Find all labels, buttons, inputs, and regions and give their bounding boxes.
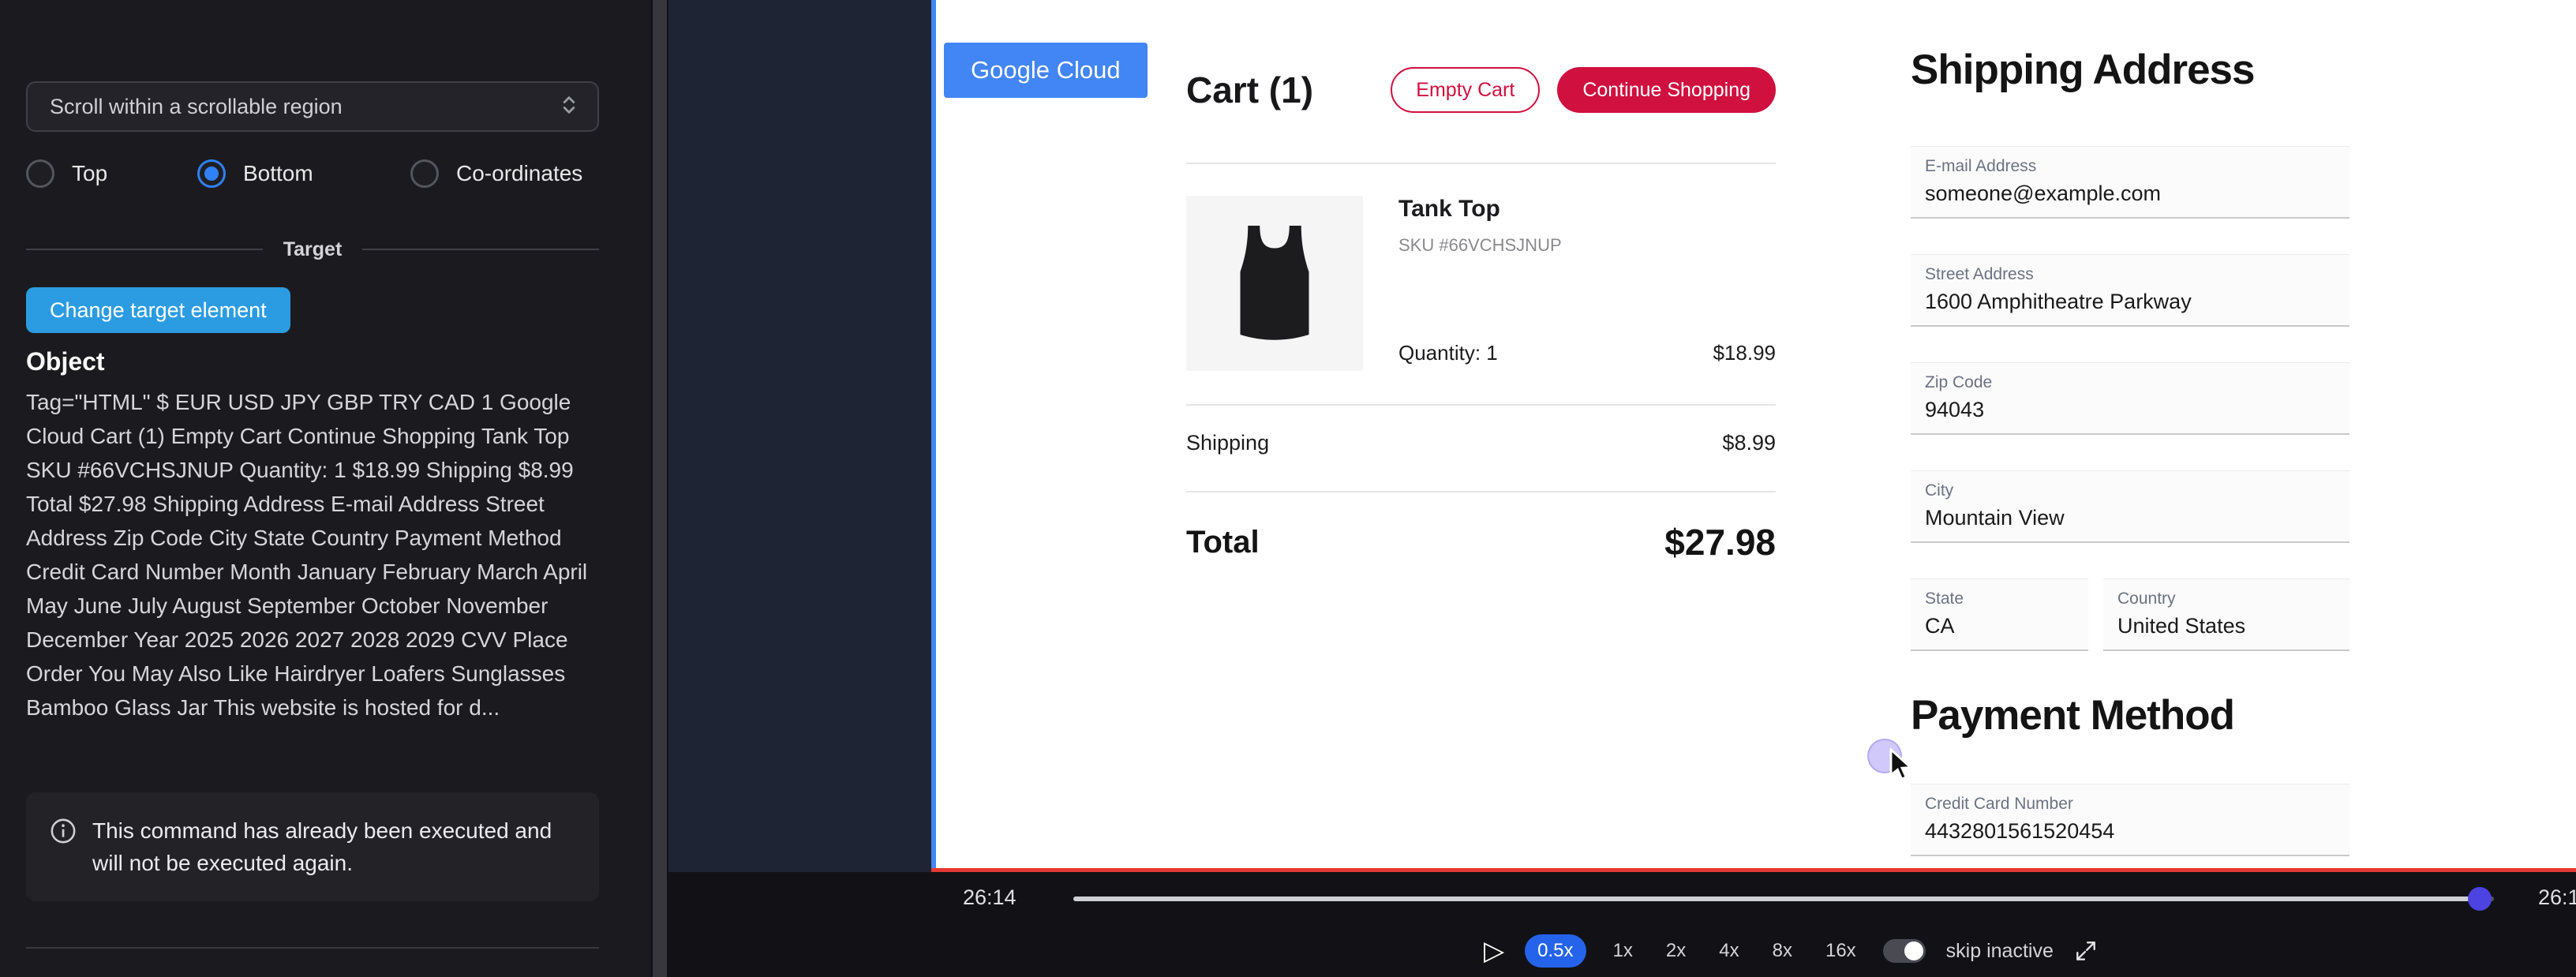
field-value: 4432801561520454 [1925, 819, 2335, 844]
divider [1186, 404, 1776, 406]
current-time: 26:14 [963, 885, 1017, 910]
change-target-button[interactable]: Change target element [26, 287, 290, 333]
radio-coordinates-label: Co-ordinates [456, 161, 582, 186]
product-quantity: Quantity: 1 [1398, 341, 1498, 365]
info-icon [50, 818, 77, 848]
country-field[interactable]: Country United States [2103, 578, 2349, 651]
speed-8x-button[interactable]: 8x [1766, 935, 1799, 967]
executed-notice-text: This command has already been executed a… [92, 814, 575, 879]
object-description: Tag="HTML" $ EUR USD JPY GBP TRY CAD 1 G… [26, 385, 599, 724]
radio-group-coordinates[interactable]: Co-ordinates [410, 158, 582, 189]
cart-header: Cart (1) Empty Cart Continue Shopping [1186, 65, 1776, 115]
speed-1x-button[interactable]: 1x [1607, 935, 1639, 967]
shipping-row: Shipping $8.99 [1186, 431, 1776, 455]
field-value: CA [1925, 614, 2074, 638]
speed-2x-button[interactable]: 2x [1660, 935, 1692, 967]
total-value: $27.98 [1664, 521, 1776, 563]
cart-actions: Empty Cart Continue Shopping [1391, 67, 1776, 113]
toggle-knob [1904, 941, 1923, 960]
radio-bottom-label: Bottom [243, 161, 313, 186]
sidebar-bottom-divider [26, 947, 599, 949]
mouse-cursor-icon [1886, 748, 1918, 787]
skip-inactive-toggle[interactable] [1883, 939, 1926, 963]
timeline-knob[interactable] [2468, 887, 2492, 911]
field-label: State [1925, 590, 2074, 608]
radio-group-top[interactable]: Top [26, 158, 107, 189]
target-section-label: Target [283, 238, 343, 261]
payment-method-heading: Payment Method [1911, 691, 2234, 739]
field-value: United States [2117, 614, 2335, 638]
field-value: 94043 [1925, 398, 2335, 422]
shipping-label: Shipping [1186, 431, 1269, 455]
speed-16x-button[interactable]: 16x [1819, 935, 1863, 967]
speed-4x-button[interactable]: 4x [1713, 935, 1745, 967]
product-sku: SKU #66VCHSJNUP [1398, 235, 1562, 256]
email-field[interactable]: E-mail Address someone@example.com [1911, 146, 2349, 219]
timeline-progress [1073, 897, 2480, 901]
total-row: Total $27.98 [1186, 521, 1776, 563]
app-window: Scroll within a scrollable region Top Bo… [0, 0, 2576, 977]
empty-cart-button[interactable]: Empty Cart [1391, 67, 1540, 113]
shipping-value: $8.99 [1722, 431, 1776, 455]
field-value: Mountain View [1925, 506, 2335, 530]
field-label: Credit Card Number [1925, 795, 2335, 814]
element-highlight-border [931, 0, 936, 868]
fullscreen-icon[interactable] [2074, 939, 2098, 963]
radio-bottom[interactable] [197, 159, 226, 188]
tank-top-graphic [1215, 219, 1334, 349]
field-value: 1600 Amphitheatre Parkway [1925, 290, 2335, 314]
executed-notice: This command has already been executed a… [26, 792, 599, 901]
divider-line [362, 249, 599, 250]
total-label: Total [1186, 525, 1260, 560]
field-value: someone@example.com [1925, 182, 2335, 206]
divider-line [26, 249, 263, 250]
radio-top-label: Top [72, 161, 107, 186]
select-chevrons-icon [558, 94, 580, 120]
scroll-type-select[interactable]: Scroll within a scrollable region [26, 81, 599, 132]
product-name: Tank Top [1398, 196, 1500, 223]
player-controls: ▷ 0.5x 1x 2x 4x 8x 16x skip inactive [1484, 933, 2098, 969]
shipping-address-heading: Shipping Address [1911, 46, 2255, 94]
divider [1186, 491, 1776, 492]
radio-coordinates[interactable] [410, 159, 439, 188]
divider [1186, 163, 1776, 164]
end-time: 26:15 [2538, 885, 2576, 910]
city-field[interactable]: City Mountain View [1911, 470, 2349, 543]
timeline-slider[interactable] [1073, 897, 2494, 901]
cart-title: Cart (1) [1186, 69, 1313, 111]
scroll-type-select-value: Scroll within a scrollable region [50, 95, 343, 119]
target-section-divider: Target [26, 235, 599, 264]
continue-shopping-button[interactable]: Continue Shopping [1557, 67, 1776, 113]
replay-player-bar: 26:14 26:15 ▷ 0.5x 1x 2x 4x 8x 16x skip … [668, 872, 2576, 977]
product-price: $18.99 [1713, 341, 1776, 365]
credit-card-number-field[interactable]: Credit Card Number 4432801561520454 [1911, 784, 2349, 856]
highlight-badge: Google Cloud [944, 43, 1148, 98]
state-field[interactable]: State CA [1911, 578, 2088, 651]
viewport-boundary-line [931, 868, 2576, 872]
sidebar-scrollbar[interactable] [651, 0, 668, 977]
field-label: Country [2117, 590, 2335, 608]
field-label: Street Address [1925, 265, 2335, 284]
zip-code-field[interactable]: Zip Code 94043 [1911, 362, 2349, 435]
replayed-webpage: Google Cloud Cart (1) Empty Cart Continu… [936, 0, 2576, 868]
step-editor-sidebar: Scroll within a scrollable region Top Bo… [0, 0, 651, 977]
object-heading: Object [26, 347, 105, 376]
field-label: City [1925, 481, 2335, 500]
radio-group-bottom[interactable]: Bottom [197, 158, 313, 189]
street-address-field[interactable]: Street Address 1600 Amphitheatre Parkway [1911, 254, 2349, 327]
play-button[interactable]: ▷ [1484, 933, 1504, 969]
quantity-price-row: Quantity: 1 $18.99 [1186, 341, 1776, 365]
speed-0-5x-button[interactable]: 0.5x [1525, 934, 1586, 968]
radio-top[interactable] [26, 159, 54, 188]
field-label: Zip Code [1925, 373, 2335, 392]
skip-inactive-label: skip inactive [1946, 940, 2054, 963]
field-label: E-mail Address [1925, 157, 2335, 176]
